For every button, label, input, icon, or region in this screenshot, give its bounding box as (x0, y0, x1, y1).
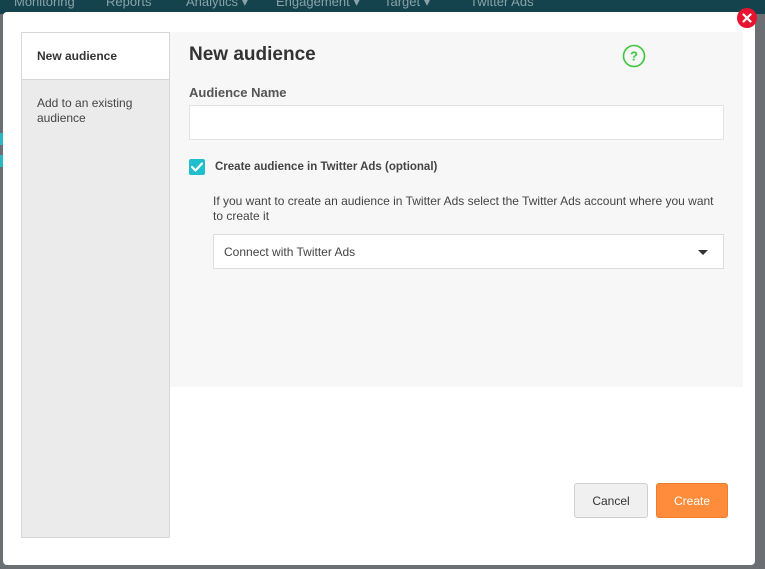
audience-name-input[interactable] (189, 105, 724, 140)
svg-text:?: ? (630, 49, 638, 64)
check-icon (191, 162, 203, 172)
bg-nav-item: Target ▾ (384, 0, 431, 9)
bg-nav-item: Twitter Ads (470, 0, 534, 9)
twitter-ads-checkbox[interactable] (189, 159, 205, 175)
caret-down-icon (698, 250, 708, 255)
modal-sidebar: New audience Add to an existing audience (21, 32, 170, 538)
create-button[interactable]: Create (656, 483, 728, 518)
bg-nav-item: Monitoring (14, 0, 75, 9)
twitter-ads-help-text: If you want to create an audience in Twi… (213, 194, 714, 223)
tab-label: Add to an existing audience (37, 96, 133, 125)
bg-nav-item: Reports (106, 0, 152, 9)
tab-new-audience[interactable]: New audience (22, 33, 169, 80)
new-audience-modal: New audience Add to an existing audience… (3, 12, 755, 565)
twitter-ads-account-select[interactable]: Connect with Twitter Ads (213, 234, 724, 269)
bg-nav-item: Engagement ▾ (276, 0, 360, 9)
bg-nav-item: Analytics ▾ (186, 0, 249, 9)
twitter-ads-checkbox-label[interactable]: Create audience in Twitter Ads (optional… (215, 159, 437, 175)
page-title: New audience (189, 44, 316, 65)
modal-content: New audience ? Audience Name Create audi… (170, 32, 743, 387)
tab-label: New audience (37, 48, 118, 63)
close-icon[interactable] (737, 8, 757, 28)
question-circle-icon[interactable]: ? (622, 44, 646, 68)
cancel-button[interactable]: Cancel (574, 483, 648, 518)
select-value: Connect with Twitter Ads (224, 244, 356, 259)
tab-add-to-existing-audience[interactable]: Add to an existing audience (22, 80, 169, 126)
audience-name-label: Audience Name (189, 85, 287, 100)
